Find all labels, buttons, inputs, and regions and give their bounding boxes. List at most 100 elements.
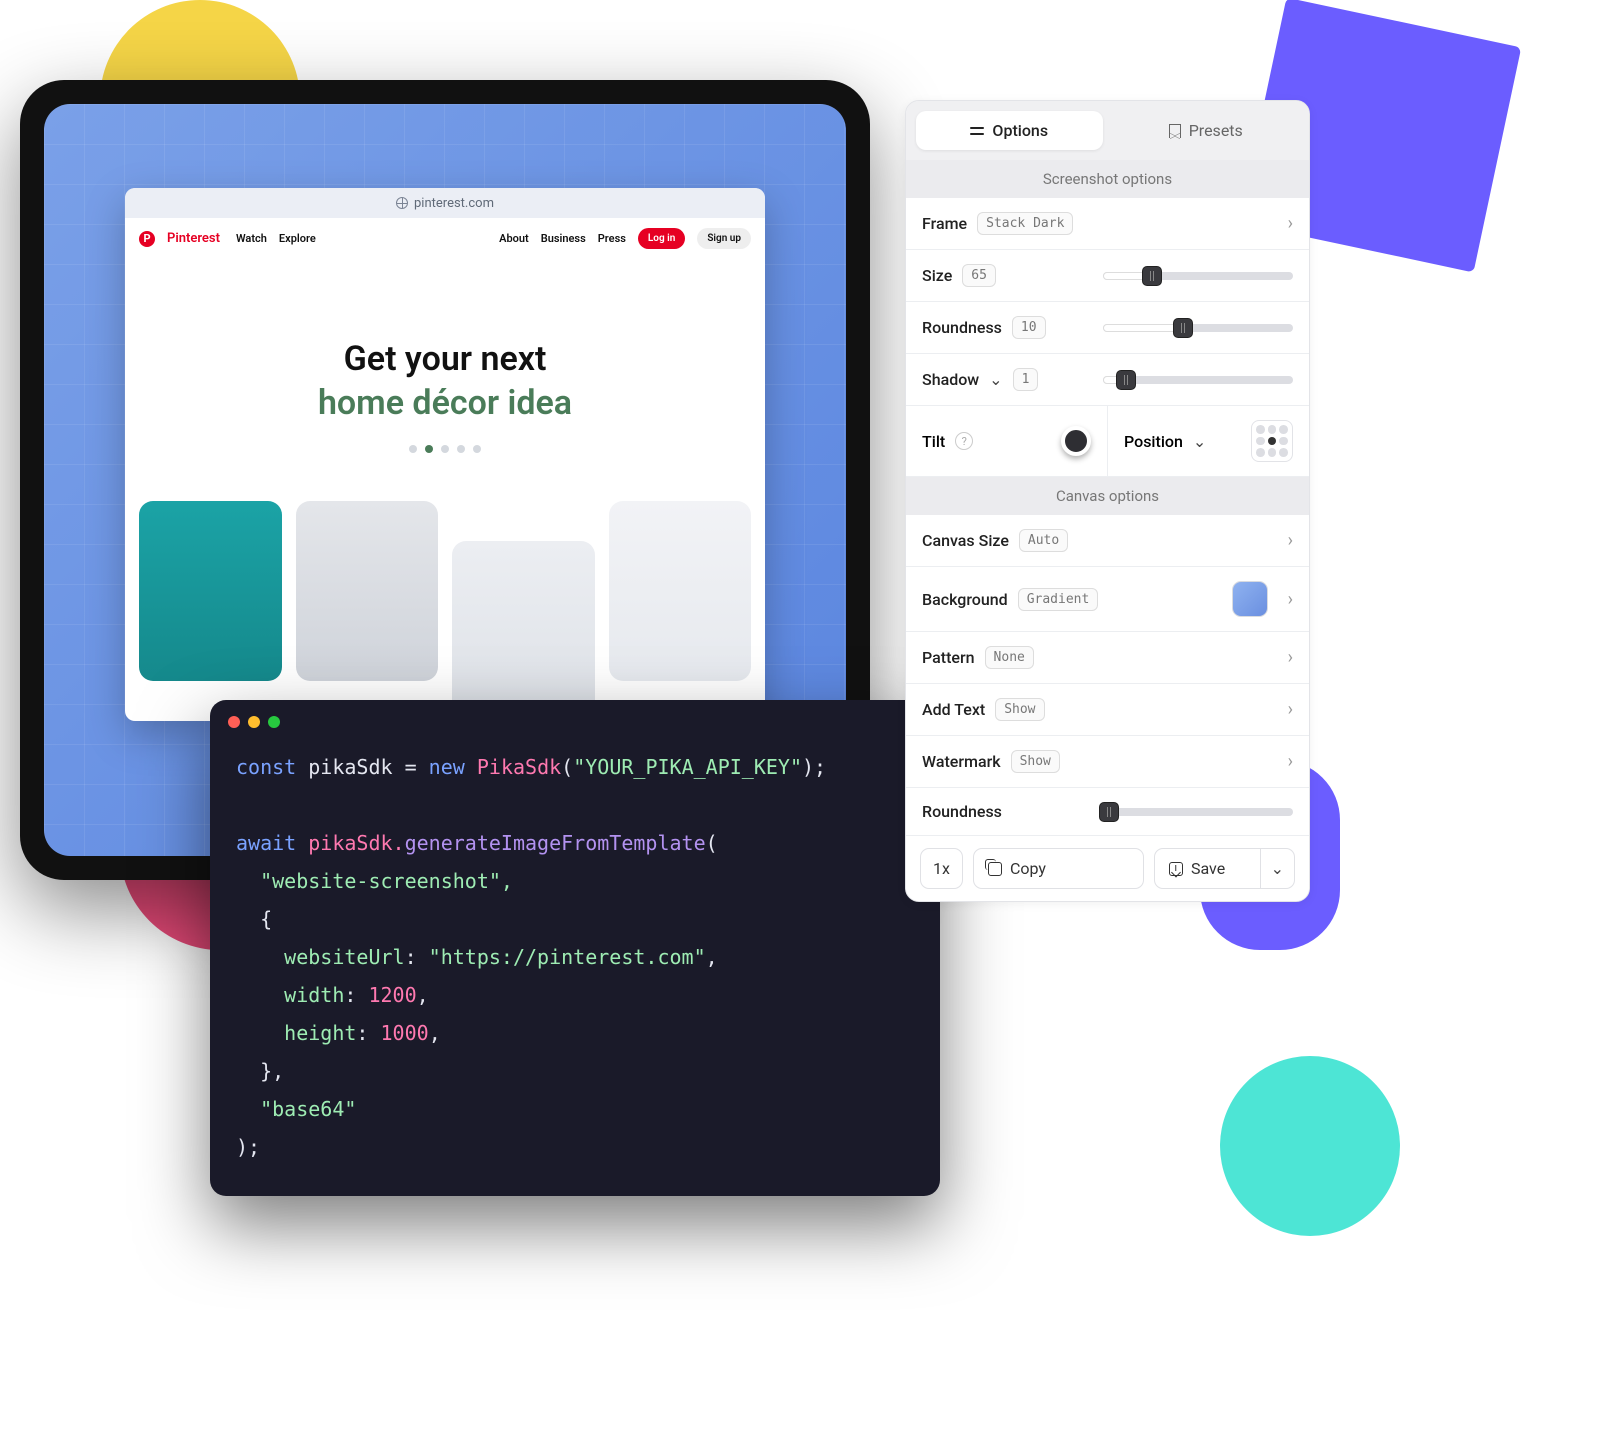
shadow-label: Shadow <box>922 370 979 389</box>
decor-teal-circle <box>1220 1056 1400 1236</box>
code-window: const pikaSdk = new PikaSdk("YOUR_PIKA_A… <box>210 700 940 1196</box>
size-slider[interactable] <box>1103 272 1293 280</box>
hero-line-2: home décor idea <box>125 383 765 423</box>
help-icon[interactable]: ? <box>955 432 973 450</box>
section-screenshot-options: Screenshot options <box>906 160 1309 198</box>
save-label: Save <box>1191 859 1225 878</box>
row-watermark[interactable]: Watermark Show <box>906 736 1309 788</box>
roundness-slider[interactable] <box>1103 324 1293 332</box>
nav-explore[interactable]: Explore <box>279 232 316 245</box>
chevron-down-icon[interactable] <box>989 370 1002 389</box>
scale-button[interactable]: 1x <box>920 848 963 889</box>
chevron-right-icon <box>1288 530 1293 551</box>
add-text-label: Add Text <box>922 700 985 719</box>
thumbnail <box>609 501 752 681</box>
frame-value: Stack Dark <box>977 212 1073 235</box>
tab-options[interactable]: Options <box>916 111 1103 150</box>
copy-icon <box>988 862 1002 876</box>
canvas-roundness-slider[interactable] <box>1103 808 1293 816</box>
copy-button[interactable]: Copy <box>973 848 1144 889</box>
traffic-light-zoom-icon <box>268 716 280 728</box>
nav-watch[interactable]: Watch <box>236 232 267 245</box>
carousel-dot[interactable] <box>409 445 417 453</box>
carousel-dot[interactable] <box>473 445 481 453</box>
site-header: P Pinterest Watch Explore About Business… <box>125 218 765 259</box>
thumbnail <box>452 541 595 721</box>
row-add-text[interactable]: Add Text Show <box>906 684 1309 736</box>
section-canvas-options: Canvas options <box>906 477 1309 515</box>
add-text-value: Show <box>995 698 1044 721</box>
globe-icon <box>396 197 408 209</box>
save-button[interactable]: Save <box>1154 848 1261 889</box>
row-roundness: Roundness 10 <box>906 302 1309 354</box>
sliders-icon <box>970 124 984 138</box>
browser-address-bar: pinterest.com <box>125 188 765 218</box>
login-button[interactable]: Log in <box>638 228 685 249</box>
chevron-right-icon <box>1288 589 1293 610</box>
canvas-roundness-label: Roundness <box>922 802 1002 821</box>
tab-options-label: Options <box>992 121 1048 140</box>
roundness-label: Roundness <box>922 318 1002 337</box>
hero-section: Get your next home décor idea <box>125 259 765 473</box>
chevron-right-icon <box>1288 751 1293 772</box>
thumbnail-row <box>125 473 765 721</box>
watermark-value: Show <box>1011 750 1060 773</box>
panel-actions: 1x Copy Save <box>906 836 1309 901</box>
watermark-label: Watermark <box>922 752 1001 771</box>
browser-url: pinterest.com <box>414 196 494 211</box>
pattern-label: Pattern <box>922 648 975 667</box>
tilt-joystick[interactable] <box>1061 426 1091 456</box>
panel-tabs: Options Presets <box>906 101 1309 160</box>
size-label: Size <box>922 266 952 285</box>
row-tilt-position: Tilt ? Position <box>906 406 1309 477</box>
size-value: 65 <box>962 264 996 287</box>
site-brand: Pinterest <box>167 231 220 246</box>
bookmark-icon <box>1169 124 1181 138</box>
canvas-size-value: Auto <box>1019 529 1068 552</box>
position-grid[interactable] <box>1251 420 1293 462</box>
thumbnail <box>139 501 282 681</box>
shadow-value: 1 <box>1013 368 1039 391</box>
row-frame[interactable]: Frame Stack Dark <box>906 198 1309 250</box>
chevron-down-icon <box>1271 859 1284 878</box>
background-value: Gradient <box>1018 588 1099 611</box>
code-titlebar <box>210 700 940 744</box>
chevron-right-icon <box>1288 699 1293 720</box>
thumbnail <box>296 501 439 681</box>
frame-label: Frame <box>922 214 967 233</box>
copy-label: Copy <box>1010 859 1046 878</box>
traffic-light-minimize-icon <box>248 716 260 728</box>
chevron-right-icon <box>1288 213 1293 234</box>
chevron-right-icon <box>1288 647 1293 668</box>
carousel-dot[interactable] <box>457 445 465 453</box>
signup-button[interactable]: Sign up <box>697 228 751 249</box>
save-icon <box>1169 862 1183 876</box>
row-pattern[interactable]: Pattern None <box>906 632 1309 684</box>
nav-about[interactable]: About <box>499 232 529 245</box>
chevron-down-icon[interactable] <box>1193 432 1206 451</box>
pinterest-logo-icon: P <box>139 231 155 247</box>
row-background[interactable]: Background Gradient <box>906 567 1309 632</box>
shadow-slider[interactable] <box>1103 376 1293 384</box>
row-canvas-size[interactable]: Canvas Size Auto <box>906 515 1309 567</box>
carousel-dot-active[interactable] <box>425 445 433 453</box>
background-swatch[interactable] <box>1232 581 1268 617</box>
nav-business[interactable]: Business <box>541 232 586 245</box>
carousel-dots <box>125 445 765 453</box>
traffic-light-close-icon <box>228 716 240 728</box>
tab-presets-label: Presets <box>1189 121 1243 140</box>
roundness-value: 10 <box>1012 316 1046 339</box>
row-canvas-roundness: Roundness <box>906 788 1309 836</box>
tab-presets[interactable]: Presets <box>1113 111 1300 150</box>
position-label: Position <box>1124 432 1183 451</box>
carousel-dot[interactable] <box>441 445 449 453</box>
pattern-value: None <box>985 646 1034 669</box>
hero-line-1: Get your next <box>125 339 765 379</box>
save-dropdown-button[interactable] <box>1261 848 1295 889</box>
nav-press[interactable]: Press <box>598 232 626 245</box>
background-label: Background <box>922 590 1008 609</box>
row-size: Size 65 <box>906 250 1309 302</box>
options-panel: Options Presets Screenshot options Frame… <box>905 100 1310 902</box>
code-body: const pikaSdk = new PikaSdk("YOUR_PIKA_A… <box>210 744 940 1170</box>
browser-window: pinterest.com P Pinterest Watch Explore … <box>125 188 765 721</box>
